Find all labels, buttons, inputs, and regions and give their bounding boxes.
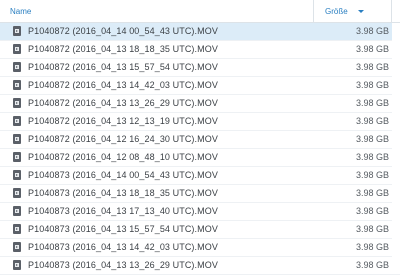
file-name: P1040872 (2016_04_14 00_54_43 UTC).MOV [28, 26, 218, 36]
video-file-icon [13, 170, 21, 180]
file-row[interactable]: P1040873 (2016_04_13 13_26_29 UTC).MOV 3.… [0, 257, 400, 275]
file-size: 3.98 GB [355, 170, 389, 180]
file-size: 3.98 GB [355, 134, 389, 144]
video-file-icon [13, 116, 21, 126]
file-name: P1040873 (2016_04_13 14_42_03 UTC).MOV [28, 242, 218, 252]
file-size: 3.98 GB [355, 80, 389, 90]
video-file-icon [13, 134, 21, 144]
file-size: 3.98 GB [355, 26, 389, 36]
video-file-icon [13, 44, 21, 54]
scrollbar[interactable] [392, 23, 400, 268]
file-size: 3.98 GB [355, 260, 389, 270]
file-name: P1040872 (2016_04_13 12_13_19 UTC).MOV [28, 116, 218, 126]
file-name: P1040873 (2016_04_13 17_13_40 UTC).MOV [28, 206, 218, 216]
file-size: 3.98 GB [355, 98, 389, 108]
video-file-icon [13, 26, 21, 36]
size-column-header[interactable]: Größe [313, 0, 392, 22]
file-name: P1040873 (2016_04_13 18_18_35 UTC).MOV [28, 188, 218, 198]
file-size: 3.98 GB [355, 206, 389, 216]
file-size: 3.98 GB [355, 152, 389, 162]
size-column-label: Größe [325, 7, 348, 16]
file-row[interactable]: P1040872 (2016_04_14 00_54_43 UTC).MOV 3.… [0, 23, 400, 41]
file-row[interactable]: P1040872 (2016_04_12 16_24_30 UTC).MOV 3.… [0, 131, 400, 149]
file-row[interactable]: P1040872 (2016_04_13 15_57_54 UTC).MOV 3.… [0, 59, 400, 77]
video-file-icon [13, 188, 21, 198]
video-file-icon [13, 224, 21, 234]
file-row[interactable]: P1040873 (2016_04_13 14_42_03 UTC).MOV 3.… [0, 239, 400, 257]
file-name: P1040872 (2016_04_12 08_48_10 UTC).MOV [28, 152, 218, 162]
file-row[interactable]: P1040872 (2016_04_13 18_18_35 UTC).MOV 3.… [0, 41, 400, 59]
file-size: 3.98 GB [355, 62, 389, 72]
file-name: P1040873 (2016_04_13 15_57_54 UTC).MOV [28, 224, 218, 234]
file-size: 3.98 GB [355, 116, 389, 126]
file-row[interactable]: P1040873 (2016_04_14 00_54_43 UTC).MOV 3.… [0, 167, 400, 185]
file-name: P1040872 (2016_04_13 14_42_03 UTC).MOV [28, 80, 218, 90]
file-row[interactable]: P1040873 (2016_04_13 18_18_35 UTC).MOV 3.… [0, 185, 400, 203]
file-size: 3.98 GB [355, 188, 389, 198]
file-name: P1040872 (2016_04_13 18_18_35 UTC).MOV [28, 44, 218, 54]
file-name: P1040872 (2016_04_12 16_24_30 UTC).MOV [28, 134, 218, 144]
file-size: 3.98 GB [355, 224, 389, 234]
file-row[interactable]: P1040873 (2016_04_13 17_13_40 UTC).MOV 3.… [0, 203, 400, 221]
video-file-icon [13, 206, 21, 216]
file-list-header: Name Größe [0, 0, 400, 23]
video-file-icon [13, 260, 21, 270]
file-name: P1040872 (2016_04_13 15_57_54 UTC).MOV [28, 62, 218, 72]
file-row[interactable]: P1040873 (2016_04_13 15_57_54 UTC).MOV 3.… [0, 221, 400, 239]
file-name: P1040873 (2016_04_14 00_54_43 UTC).MOV [28, 170, 218, 180]
video-file-icon [13, 62, 21, 72]
file-list: P1040872 (2016_04_14 00_54_43 UTC).MOV 3.… [0, 23, 400, 275]
file-row[interactable]: P1040872 (2016_04_13 12_13_19 UTC).MOV 3.… [0, 113, 400, 131]
file-name: P1040873 (2016_04_13 13_26_29 UTC).MOV [28, 260, 218, 270]
file-row[interactable]: P1040872 (2016_04_13 14_42_03 UTC).MOV 3.… [0, 77, 400, 95]
sort-descending-icon [358, 10, 364, 13]
video-file-icon [13, 152, 21, 162]
file-size: 3.98 GB [355, 44, 389, 54]
file-row[interactable]: P1040872 (2016_04_12 08_48_10 UTC).MOV 3.… [0, 149, 400, 167]
file-row[interactable]: P1040872 (2016_04_13 13_26_29 UTC).MOV 3.… [0, 95, 400, 113]
file-size: 3.98 GB [355, 242, 389, 252]
video-file-icon [13, 98, 21, 108]
header-divider [391, 0, 392, 22]
name-column-header[interactable]: Name [10, 7, 31, 16]
video-file-icon [13, 80, 21, 90]
video-file-icon [13, 242, 21, 252]
file-name: P1040872 (2016_04_13 13_26_29 UTC).MOV [28, 98, 218, 108]
